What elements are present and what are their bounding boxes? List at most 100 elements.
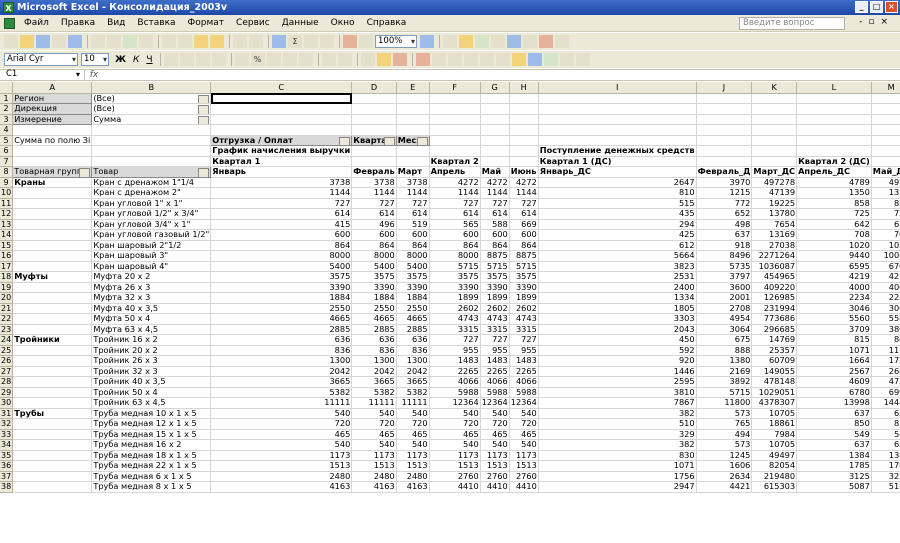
cell[interactable]: 540	[210, 407, 353, 419]
cell[interactable]: 1756	[538, 471, 697, 482]
cell[interactable]: 231994	[751, 303, 798, 314]
cell[interactable]: 4665	[210, 313, 353, 325]
cell[interactable]: 7867	[538, 397, 697, 409]
cell[interactable]: 2567	[796, 366, 872, 377]
hide-detail-icon[interactable]	[463, 53, 478, 66]
cell[interactable]: 955	[509, 345, 539, 356]
cell[interactable]: Апрель	[429, 166, 481, 178]
cell[interactable]	[12, 376, 93, 388]
cell[interactable]: 382	[538, 407, 697, 419]
cell[interactable]: 1300	[351, 355, 397, 367]
cell[interactable]: 3665	[351, 376, 397, 388]
cell[interactable]	[12, 198, 93, 209]
row-header[interactable]: 8	[0, 166, 14, 178]
cell[interactable]: 2042	[210, 366, 353, 377]
cell[interactable]: 465	[429, 429, 481, 440]
cell[interactable]: 1513	[396, 460, 430, 472]
cell[interactable]: 5715	[696, 387, 753, 398]
cell[interactable]: 8496	[696, 250, 753, 262]
cell[interactable]: 600	[429, 229, 481, 241]
cell[interactable]: 1144	[351, 187, 397, 199]
row-header[interactable]: 16	[0, 250, 14, 262]
cell[interactable]: 773686	[751, 313, 798, 325]
currency-icon[interactable]	[234, 53, 249, 66]
open-icon[interactable]	[20, 35, 34, 48]
cell[interactable]: 2001	[696, 292, 753, 304]
cell[interactable]: 149055	[751, 366, 798, 377]
cell[interactable]	[509, 145, 539, 157]
cell[interactable]: 1071	[796, 345, 872, 356]
row-header[interactable]: 24	[0, 334, 14, 346]
cell[interactable]: 864	[396, 240, 430, 251]
cell[interactable]: 1483	[429, 355, 481, 367]
workbook-icon[interactable]	[4, 17, 15, 29]
cell[interactable]: 864	[509, 240, 539, 251]
cell[interactable]	[396, 114, 430, 125]
cell[interactable]: Сумма по полю Зі	[12, 135, 93, 146]
cell[interactable]: 5400	[210, 261, 353, 272]
cell[interactable]: 4743	[509, 313, 539, 325]
cell[interactable]: 12364	[480, 397, 510, 409]
cell[interactable]: 815	[796, 334, 872, 346]
cell[interactable]	[871, 93, 900, 104]
cell[interactable]	[480, 103, 510, 115]
column-header[interactable]: B	[91, 82, 212, 94]
column-header[interactable]: C	[210, 82, 353, 94]
cell[interactable]: Труба медная 10 x 1 x 5	[91, 407, 212, 419]
cell[interactable]: 540	[509, 439, 539, 451]
cell[interactable]: 2885	[210, 324, 353, 335]
row-header[interactable]: 13	[0, 219, 14, 230]
cell[interactable]: 3315	[480, 324, 510, 335]
cell[interactable]: 2400	[538, 282, 697, 293]
sort-asc-icon[interactable]	[304, 35, 318, 48]
preview-icon[interactable]	[107, 35, 121, 48]
cell[interactable]: Квартал	[351, 134, 397, 146]
menu-edit[interactable]: Правка	[55, 18, 101, 28]
field-settings-icon[interactable]	[511, 53, 526, 66]
cell[interactable]: 2234	[796, 292, 872, 304]
row-header[interactable]: 32	[0, 418, 14, 430]
cell[interactable]: 588	[480, 219, 510, 230]
cell[interactable]: 637	[871, 439, 900, 451]
cell[interactable]: 510	[538, 418, 697, 430]
cell[interactable]: 2885	[351, 324, 397, 335]
grid-icon[interactable]	[575, 53, 590, 66]
cell[interactable]: 772	[696, 198, 753, 209]
cell[interactable]: 5988	[480, 387, 510, 398]
cell[interactable]: 2265	[509, 366, 539, 377]
row-header[interactable]: 27	[0, 366, 14, 377]
cell[interactable]: 614	[210, 208, 353, 220]
cell[interactable]	[351, 103, 397, 115]
cell[interactable]	[396, 145, 430, 157]
row-header[interactable]: 6	[0, 145, 14, 157]
cell[interactable]: 1173	[396, 450, 430, 461]
cell[interactable]: 2885	[396, 324, 430, 335]
cell[interactable]	[480, 93, 510, 104]
outdent-icon[interactable]	[321, 53, 336, 66]
cell[interactable]: 565	[429, 219, 481, 230]
cell[interactable]: 2042	[396, 366, 430, 377]
cell[interactable]: 864	[480, 240, 510, 251]
cell[interactable]: 5560	[796, 313, 872, 325]
chart-wizard-icon[interactable]	[343, 35, 357, 48]
row-header[interactable]: 12	[0, 208, 14, 220]
cell[interactable]	[796, 103, 872, 115]
cell[interactable]	[12, 313, 93, 325]
autosum-icon[interactable]: Σ	[288, 35, 302, 48]
cell[interactable]: 4954	[696, 313, 753, 325]
cell[interactable]	[538, 114, 697, 125]
cell[interactable]: Тройник 32 x 3	[91, 366, 212, 377]
select-all-corner[interactable]	[0, 82, 14, 94]
cell[interactable]: 540	[509, 407, 539, 419]
cell[interactable]: Муфта 63 x 4,5	[91, 324, 212, 335]
cell[interactable]: Кран шаровый 2"1/2	[91, 240, 212, 251]
cell[interactable]	[210, 93, 353, 104]
cell[interactable]	[210, 124, 353, 136]
cell[interactable]: Трубы	[12, 407, 93, 419]
cell[interactable]	[12, 156, 93, 167]
cell[interactable]: 6595	[796, 261, 872, 272]
cell[interactable]: Май_ДС	[871, 166, 900, 178]
cell[interactable]: 720	[480, 418, 510, 430]
print-icon[interactable]	[91, 35, 105, 48]
cell[interactable]: Муфта 26 x 3	[91, 282, 212, 293]
